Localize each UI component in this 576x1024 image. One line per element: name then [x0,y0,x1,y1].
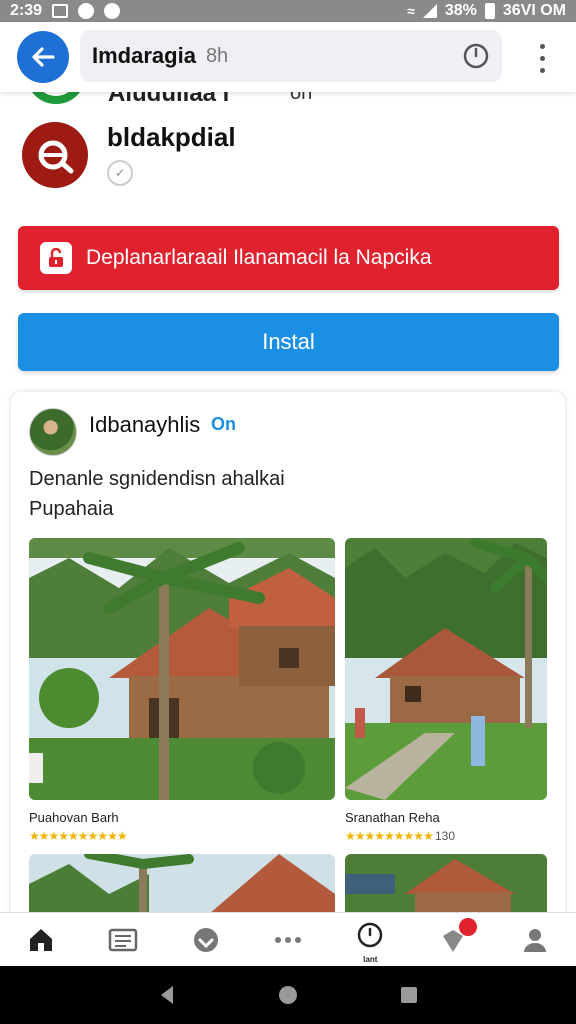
carrier-text: 36VI OM [502,2,566,19]
profile-icon [523,928,546,952]
author-avatar[interactable] [29,408,77,456]
app-bar: Imdaragia 8h [0,22,576,92]
post-text: Denanle sgnidendisn ahalkai Pupahaia [29,464,529,524]
back-triangle-icon[interactable] [157,984,177,1006]
news-icon [109,928,138,951]
more-horizontal-icon [274,936,301,943]
more-vertical-icon [539,43,545,49]
clock-icon [358,922,383,947]
notification-app-icon [104,3,121,19]
status-bar: 2:39 ≈ 38% 36VI OM [0,0,576,22]
photo-caption: Sranathan Reha [345,810,440,825]
nav-activity-label: lant [363,954,378,964]
post-author[interactable]: Idbanayhlis [89,412,200,438]
recents-square-icon[interactable] [399,985,419,1005]
search-query: Imdaragia [92,43,196,68]
install-button[interactable]: Instal [18,313,559,371]
search-age: 8h [205,44,229,67]
wifi-icon: ≈ [407,3,415,19]
verified-icon: ✓ [107,160,133,186]
rating-stars: ★★★★★★★★★ [345,829,434,843]
back-button[interactable] [17,31,69,83]
warning-banner[interactable]: Deplanarlaraail Ilanamacil la Napcika [18,226,559,290]
app-logo-icon[interactable] [22,122,88,188]
nav-news[interactable] [103,920,143,960]
rating-count: 130 [435,829,456,843]
post-text-line: Pupahaia [29,498,114,520]
timer-icon[interactable] [462,42,490,70]
status-time: 2:39 [10,2,43,19]
bottom-navigation: lant [0,912,576,966]
system-navigation [0,966,576,1024]
battery-percent: 38% [444,2,477,19]
rating-stars: ★★★★★★★★★★ [29,829,128,843]
nav-notifications[interactable] [433,917,477,960]
home-icon [30,928,53,951]
battery-icon [484,3,495,19]
post-card: Idbanayhlis On Denanle sgnidendisn ahalk… [11,392,565,952]
more-options-button[interactable] [530,40,554,76]
home-circle-icon[interactable] [277,984,299,1006]
app-title: bldakpdial [107,122,236,152]
page: 2:39 ≈ 38% 36VI OM Imdaragia 8h Aluduila… [0,0,576,1024]
gallery-icon [52,4,69,18]
magnifier-logo-icon [38,140,74,174]
post-photo-house-2[interactable] [345,538,547,800]
nav-profile[interactable] [515,920,555,960]
signal-icon [422,4,437,18]
sync-icon [78,3,95,19]
nav-downloads[interactable] [186,920,226,960]
unlock-icon [40,242,72,274]
post-photo-house-1[interactable] [29,538,335,800]
post-text-line: Denanle sgnidendisn ahalkai [29,468,285,490]
nav-activity[interactable]: lant [350,920,390,964]
photo-caption: Puahovan Barh [29,810,119,825]
search-bar[interactable]: Imdaragia 8h [80,30,502,82]
nav-more[interactable] [268,920,308,960]
banner-text: Deplanarlaraail Ilanamacil la Napcika [86,246,432,269]
download-icon [193,927,218,952]
arrow-left-icon [32,47,55,67]
nav-home[interactable] [21,920,61,960]
post-badge: On [211,414,236,434]
notification-badge [458,917,477,936]
